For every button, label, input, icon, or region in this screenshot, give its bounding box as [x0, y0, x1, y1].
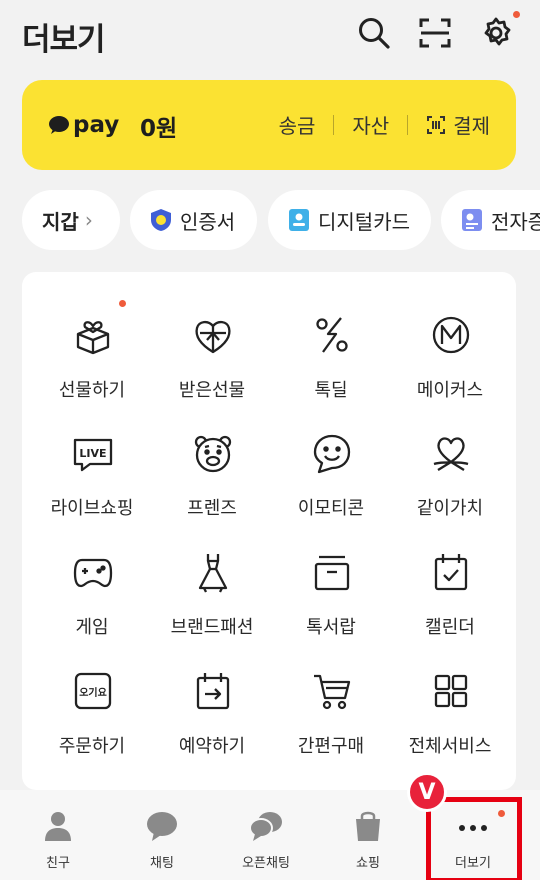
- e-document-chip-label: 전자증: [491, 209, 540, 234]
- service-label: 주문하기: [58, 736, 126, 757]
- tab-label: 채팅: [150, 856, 174, 871]
- service-all-services[interactable]: 전체서비스: [388, 664, 512, 774]
- reservation-icon: [192, 670, 234, 712]
- service-friends[interactable]: 프렌즈: [150, 426, 274, 536]
- hands-heart-icon: [430, 432, 472, 474]
- search-icon[interactable]: [356, 15, 392, 51]
- heart-gift-icon: [192, 314, 234, 356]
- transfer-button[interactable]: 송금: [279, 110, 316, 139]
- service-label: 라이브쇼핑: [50, 498, 134, 519]
- live-icon: LIVE: [72, 432, 114, 474]
- tab-chats[interactable]: 채팅: [108, 808, 216, 871]
- grid-icon: [430, 670, 472, 712]
- service-makers[interactable]: 메이커스: [388, 308, 512, 418]
- scan-icon[interactable]: [417, 15, 453, 51]
- chevron-right-icon: ›: [84, 208, 93, 232]
- service-emoticon[interactable]: 이모티콘: [269, 426, 393, 536]
- bear-face-icon: [192, 432, 234, 474]
- drawer-icon: [311, 551, 353, 593]
- service-label: 브랜드패션: [170, 617, 254, 638]
- e-document-chip[interactable]: 전자증: [441, 190, 540, 250]
- tab-open-chat[interactable]: 오픈채팅: [212, 808, 320, 871]
- service-game[interactable]: 게임: [30, 545, 154, 655]
- makers-m-icon: [430, 314, 472, 356]
- open-chat-icon: [248, 808, 284, 844]
- document-icon: [462, 209, 482, 231]
- tab-label: 친구: [46, 856, 70, 871]
- service-label: 프렌즈: [187, 498, 237, 519]
- dress-icon: [192, 551, 234, 593]
- service-label: 받은선물: [178, 380, 246, 401]
- service-label: 게임: [75, 617, 109, 638]
- tab-label: 쇼핑: [356, 856, 380, 871]
- calendar-icon: [430, 551, 472, 593]
- highlight-box: [426, 797, 522, 880]
- service-tokdeal[interactable]: 톡딜: [269, 308, 393, 418]
- service-received-gift[interactable]: 받은선물: [150, 308, 274, 418]
- order-icon-text: 오기요: [79, 686, 107, 699]
- divider: [333, 114, 335, 135]
- tab-friends[interactable]: 친구: [4, 808, 112, 871]
- service-label: 캘린더: [425, 617, 475, 638]
- service-label: 같이가치: [416, 498, 484, 519]
- shield-icon: [151, 209, 171, 231]
- lightning-percent-icon: [311, 314, 353, 356]
- barcode-scan-icon: [427, 115, 446, 134]
- service-tok-drawer[interactable]: 톡서랍: [269, 545, 393, 655]
- order-icon: 오기요: [72, 670, 114, 712]
- service-calendar[interactable]: 캘린더: [388, 545, 512, 655]
- service-grid: 선물하기 받은선물 톡딜 메이커스 LIVE 라이브쇼핑 프렌즈 이모티콘 같이…: [22, 272, 516, 790]
- wallet-chips: 지갑 › 인증서 디지털카드 전자증: [22, 190, 540, 250]
- wallet-chip-label: 지갑: [42, 209, 79, 234]
- certificate-chip[interactable]: 인증서: [130, 190, 257, 250]
- service-brand-fashion[interactable]: 브랜드패션: [150, 545, 274, 655]
- service-gift[interactable]: 선물하기: [30, 300, 154, 418]
- pay-logo: pay: [48, 108, 119, 142]
- service-label: 이모티콘: [297, 498, 365, 519]
- page-title: 더보기: [22, 22, 106, 58]
- divider: [407, 114, 409, 135]
- service-reservation[interactable]: 예약하기: [150, 664, 274, 774]
- service-order[interactable]: 오기요 주문하기: [30, 664, 154, 774]
- tab-shopping[interactable]: 쇼핑: [314, 808, 422, 871]
- service-label: 예약하기: [178, 736, 246, 757]
- service-label: 전체서비스: [408, 736, 492, 757]
- service-label: 간편구매: [297, 736, 365, 757]
- annotation-badge: V: [407, 772, 447, 812]
- service-label: 메이커스: [416, 380, 484, 401]
- pay-button-label: 결제: [453, 114, 490, 138]
- service-label: 선물하기: [58, 380, 126, 401]
- pay-balance[interactable]: 0원: [140, 109, 177, 143]
- emoticon-icon: [311, 432, 353, 474]
- person-icon: [40, 808, 76, 844]
- settings-icon[interactable]: [478, 11, 520, 51]
- service-together-value[interactable]: 같이가치: [388, 426, 512, 536]
- svg-text:LIVE: LIVE: [79, 447, 106, 460]
- gift-box-icon: [72, 314, 114, 356]
- pay-banner[interactable]: pay 0원 송금 자산 결제: [22, 80, 516, 170]
- tab-label: 오픈채팅: [242, 856, 290, 871]
- pay-brand: pay: [73, 112, 120, 138]
- wallet-chip[interactable]: 지갑 ›: [22, 190, 120, 250]
- new-badge-dot: [119, 300, 126, 307]
- service-live-shopping[interactable]: LIVE 라이브쇼핑: [30, 426, 154, 536]
- cart-icon: [311, 670, 353, 712]
- gamepad-icon: [72, 551, 114, 593]
- id-card-icon: [289, 209, 309, 231]
- service-label: 톡서랍: [306, 617, 356, 638]
- assets-button[interactable]: 자산: [352, 110, 389, 139]
- certificate-chip-label: 인증서: [180, 209, 236, 234]
- header: 더보기: [0, 0, 540, 70]
- service-label: 톡딜: [314, 380, 348, 401]
- chat-icon: [144, 808, 180, 844]
- service-easy-purchase[interactable]: 간편구매: [269, 664, 393, 774]
- shopping-bag-icon: [350, 808, 386, 844]
- pay-button[interactable]: 결제: [426, 110, 490, 139]
- speech-bubble-icon: [49, 116, 69, 134]
- digital-card-chip-label: 디지털카드: [318, 209, 410, 234]
- notification-dot: [513, 11, 520, 18]
- digital-card-chip[interactable]: 디지털카드: [268, 190, 431, 250]
